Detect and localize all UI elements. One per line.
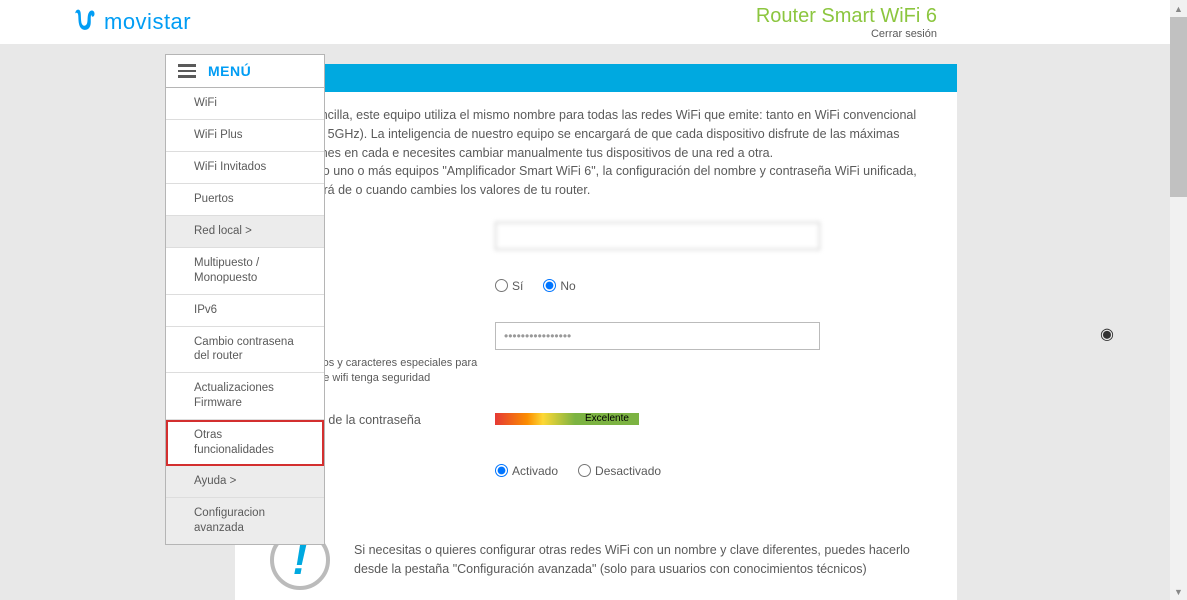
header-right: Router Smart WiFi 6 Cerrar sesión — [756, 5, 937, 40]
radio-no[interactable] — [543, 279, 556, 292]
radio-desactivado[interactable] — [578, 464, 591, 477]
header: movistar Router Smart WiFi 6 Cerrar sesi… — [0, 0, 1187, 44]
menu-header[interactable]: MENÚ — [166, 55, 324, 88]
main-panel: a más sencilla, este equipo utiliza el m… — [235, 64, 957, 600]
scrollbar[interactable]: ▲ ▼ — [1170, 0, 1187, 600]
info-text: Si necesitas o quieres configurar otras … — [354, 541, 922, 579]
menu-item-11[interactable]: Configuracion avanzada — [166, 498, 324, 544]
show-name-yes[interactable]: Sí — [495, 279, 523, 293]
logo-icon — [70, 5, 98, 40]
strength-row: seguridad de la contraseña Excelente — [270, 405, 922, 437]
menu-item-8[interactable]: Actualizaciones Firmware — [166, 373, 324, 420]
scrollbar-thumb[interactable] — [1170, 17, 1187, 197]
menu-item-10[interactable]: Ayuda > — [166, 466, 324, 498]
scroll-down-icon[interactable]: ▼ — [1170, 583, 1187, 600]
password-input[interactable] — [495, 322, 820, 350]
logo: movistar — [70, 5, 191, 40]
strength-bar: Excelente — [495, 413, 639, 425]
menu-item-0[interactable]: WiFi — [166, 88, 324, 120]
wireless-off[interactable]: Desactivado — [578, 464, 661, 478]
menu-item-9[interactable]: Otras funcionalidades — [166, 420, 324, 466]
menu-item-7[interactable]: Cambio contrasena del router — [166, 327, 324, 374]
logo-text: movistar — [104, 9, 191, 35]
wireless-on[interactable]: Activado — [495, 464, 558, 478]
strength-gradient — [495, 413, 575, 425]
section-header-bar — [235, 64, 957, 92]
menu-item-4[interactable]: Red local > — [166, 216, 324, 248]
eye-icon[interactable]: ◉ — [1100, 324, 1114, 344]
info-box: ! Si necesitas o quieres configurar otra… — [235, 505, 957, 600]
menu-item-2[interactable]: WiFi Invitados — [166, 152, 324, 184]
menu-item-3[interactable]: Puertos — [166, 184, 324, 216]
router-title: Router Smart WiFi 6 — [756, 5, 937, 28]
radio-si[interactable] — [495, 279, 508, 292]
menu: MENÚ WiFiWiFi PlusWiFi InvitadosPuertosR… — [165, 54, 325, 545]
show-name-row: re Wifi Sí No — [270, 270, 922, 302]
strength-value: Excelente — [575, 413, 639, 425]
wifi-name-row — [270, 220, 922, 252]
menu-item-5[interactable]: Multipuesto / Monopuesto — [166, 248, 324, 295]
close-session-link[interactable]: Cerrar sesión — [871, 28, 937, 40]
wifi-name-input[interactable] — [495, 222, 820, 250]
radio-activado[interactable] — [495, 464, 508, 477]
menu-title: MENÚ — [208, 63, 251, 79]
menu-item-1[interactable]: WiFi Plus — [166, 120, 324, 152]
scroll-up-icon[interactable]: ▲ — [1170, 0, 1187, 17]
menu-item-6[interactable]: IPv6 — [166, 295, 324, 327]
show-name-no[interactable]: No — [543, 279, 575, 293]
password-row: ◉ — [270, 320, 922, 352]
wireless-row: alámbrica Activado Desactivado — [270, 455, 922, 487]
hamburger-icon — [178, 64, 196, 78]
description-text: a más sencilla, este equipo utiliza el m… — [235, 92, 957, 220]
